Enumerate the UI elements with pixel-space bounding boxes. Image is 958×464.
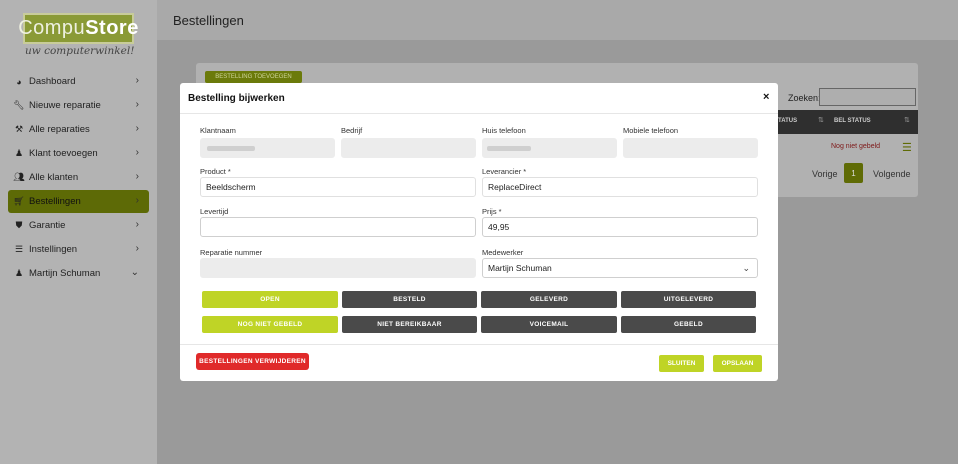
logo-text-store: Store: [85, 17, 139, 39]
mobiele-telefoon-field: [623, 138, 758, 158]
status-button-besteld[interactable]: BESTELD: [342, 291, 477, 308]
pagination-next[interactable]: Volgende: [873, 169, 911, 179]
modal-divider: [180, 113, 778, 114]
label-klantnaam: Klantnaam: [200, 126, 236, 135]
chevron-down-icon: ⌄: [742, 263, 750, 273]
sort-icon[interactable]: ⇅: [818, 116, 824, 124]
sidebar-item-alle-klanten[interactable]: 👥︎ Alle klanten ›: [8, 166, 149, 189]
sort-icon[interactable]: ⇅: [904, 116, 910, 124]
label-bedrijf: Bedrijf: [341, 126, 363, 135]
medewerker-select[interactable]: Martijn Schuman ⌄: [482, 258, 758, 278]
add-order-button[interactable]: BESTELLING TOEVOEGEN: [205, 71, 302, 83]
chevron-right-icon: ›: [135, 147, 139, 158]
label-levertijd: Levertijd: [200, 207, 229, 216]
chevron-right-icon: ›: [135, 195, 139, 206]
modal-title: Bestelling bijwerken: [188, 93, 285, 104]
wrench-icon: 🔧︎: [13, 100, 25, 110]
shield-icon: ⛊: [15, 220, 23, 230]
medewerker-selected-value: Martijn Schuman: [488, 263, 552, 273]
modal-footer-divider: [180, 344, 778, 345]
label-medewerker: Medewerker: [482, 248, 524, 257]
sidebar-item-alle-reparaties[interactable]: ⚒︎ Alle reparaties ›: [8, 118, 149, 141]
logo-tagline: uw computerwinkel!: [25, 45, 135, 57]
close-button[interactable]: SLUITEN: [659, 355, 704, 372]
sidebar-item-label: Garantie: [29, 220, 66, 231]
chevron-down-icon: ⌄: [130, 267, 139, 278]
save-button[interactable]: OPSLAAN: [713, 355, 762, 372]
chevron-right-icon: ›: [135, 75, 139, 86]
redacted-text: [207, 146, 255, 151]
chevron-right-icon: ›: [135, 219, 139, 230]
redacted-text: [487, 146, 531, 151]
table-cell-bel-status: Nog niet gebeld: [831, 143, 881, 150]
pagination-previous[interactable]: Vorige: [812, 169, 838, 179]
label-product: Product *: [200, 167, 231, 176]
users-icon: 👥︎: [13, 172, 25, 182]
column-header-bel-status[interactable]: BEL STATUS: [834, 118, 871, 124]
product-input[interactable]: Beeldscherm: [200, 177, 476, 197]
pagination-page[interactable]: 1: [844, 163, 863, 183]
sidebar: Compu Store uw computerwinkel! ◕ Dashboar…: [0, 0, 157, 464]
compustore-logo[interactable]: Compu Store uw computerwinkel!: [18, 13, 138, 60]
chevron-right-icon: ›: [135, 99, 139, 110]
label-prijs: Prijs *: [482, 207, 502, 216]
logo-box: Compu Store: [18, 13, 138, 44]
huis-telefoon-field: [482, 138, 617, 158]
page-title: Bestellingen: [173, 13, 244, 28]
levertijd-input[interactable]: [200, 217, 476, 237]
user-icon: ♟︎: [14, 268, 24, 278]
call-button-nog-niet-gebeld[interactable]: NOG NIET GEBELD: [202, 316, 338, 333]
sidebar-item-label: Instellingen: [29, 244, 78, 255]
close-icon[interactable]: ×: [763, 91, 769, 103]
sidebar-item-klant-toevoegen[interactable]: ♟︎ Klant toevoegen ›: [8, 142, 149, 165]
prijs-input[interactable]: 49,95: [482, 217, 758, 237]
sidebar-item-label: Klant toevoegen: [29, 148, 98, 159]
tools-icon: ⚒︎: [14, 124, 24, 134]
chevron-right-icon: ›: [135, 243, 139, 254]
sidebar-item-nieuwe-reparatie[interactable]: 🔧︎ Nieuwe reparatie ›: [8, 94, 149, 117]
label-reparatie-nummer: Reparatie nummer: [200, 248, 263, 257]
status-button-geleverd[interactable]: GELEVERD: [481, 291, 617, 308]
status-button-uitgeleverd[interactable]: UITGELEVERD: [621, 291, 756, 308]
sidebar-item-user[interactable]: ♟︎ Martijn Schuman ⌄: [8, 262, 149, 285]
chevron-right-icon: ›: [135, 123, 139, 134]
reparatie-nummer-field: [200, 258, 476, 278]
sliders-icon: ☰: [14, 244, 24, 254]
label-leverancier: Leverancier *: [482, 167, 527, 176]
call-button-gebeld[interactable]: GEBELD: [621, 316, 756, 333]
sidebar-item-bestellingen[interactable]: 🛒︎ Bestellingen ›: [8, 190, 149, 213]
sidebar-item-label: Alle klanten: [29, 172, 79, 183]
sidebar-item-instellingen[interactable]: ☰ Instellingen ›: [8, 238, 149, 261]
sidebar-item-garantie[interactable]: ⛊ Garantie ›: [8, 214, 149, 237]
hamburger-menu-icon[interactable]: ☰: [902, 141, 912, 154]
search-input[interactable]: [819, 88, 916, 106]
sidebar-item-dashboard[interactable]: ◕ Dashboard ›: [8, 70, 149, 93]
user-plus-icon: ♟︎: [14, 148, 24, 158]
call-button-voicemail[interactable]: VOICEMAIL: [481, 316, 617, 333]
leverancier-input[interactable]: ReplaceDirect: [482, 177, 758, 197]
sidebar-item-label: Dashboard: [29, 76, 76, 87]
sidebar-item-label: Nieuwe reparatie: [29, 100, 101, 111]
logo-text-compu: Compu: [18, 17, 86, 39]
search-label: Zoeken:: [788, 93, 821, 103]
sidebar-item-label: Bestellingen: [29, 196, 81, 207]
label-mobiele-telefoon: Mobiele telefoon: [623, 126, 679, 135]
chevron-right-icon: ›: [135, 171, 139, 182]
dashboard-icon: ◕: [16, 76, 22, 87]
label-huis-telefoon: Huis telefoon: [482, 126, 526, 135]
call-button-niet-bereikbaar[interactable]: NIET BEREIKBAAR: [342, 316, 477, 333]
topbar: [157, 0, 958, 40]
sidebar-item-label: Alle reparaties: [29, 124, 90, 135]
sidebar-item-label: Martijn Schuman: [29, 268, 101, 279]
cart-icon: 🛒︎: [13, 196, 25, 206]
bedrijf-field: [341, 138, 476, 158]
status-button-open[interactable]: OPEN: [202, 291, 338, 308]
klantnaam-field: [200, 138, 335, 158]
delete-orders-button[interactable]: BESTELLINGEN VERWIJDEREN: [196, 353, 309, 370]
